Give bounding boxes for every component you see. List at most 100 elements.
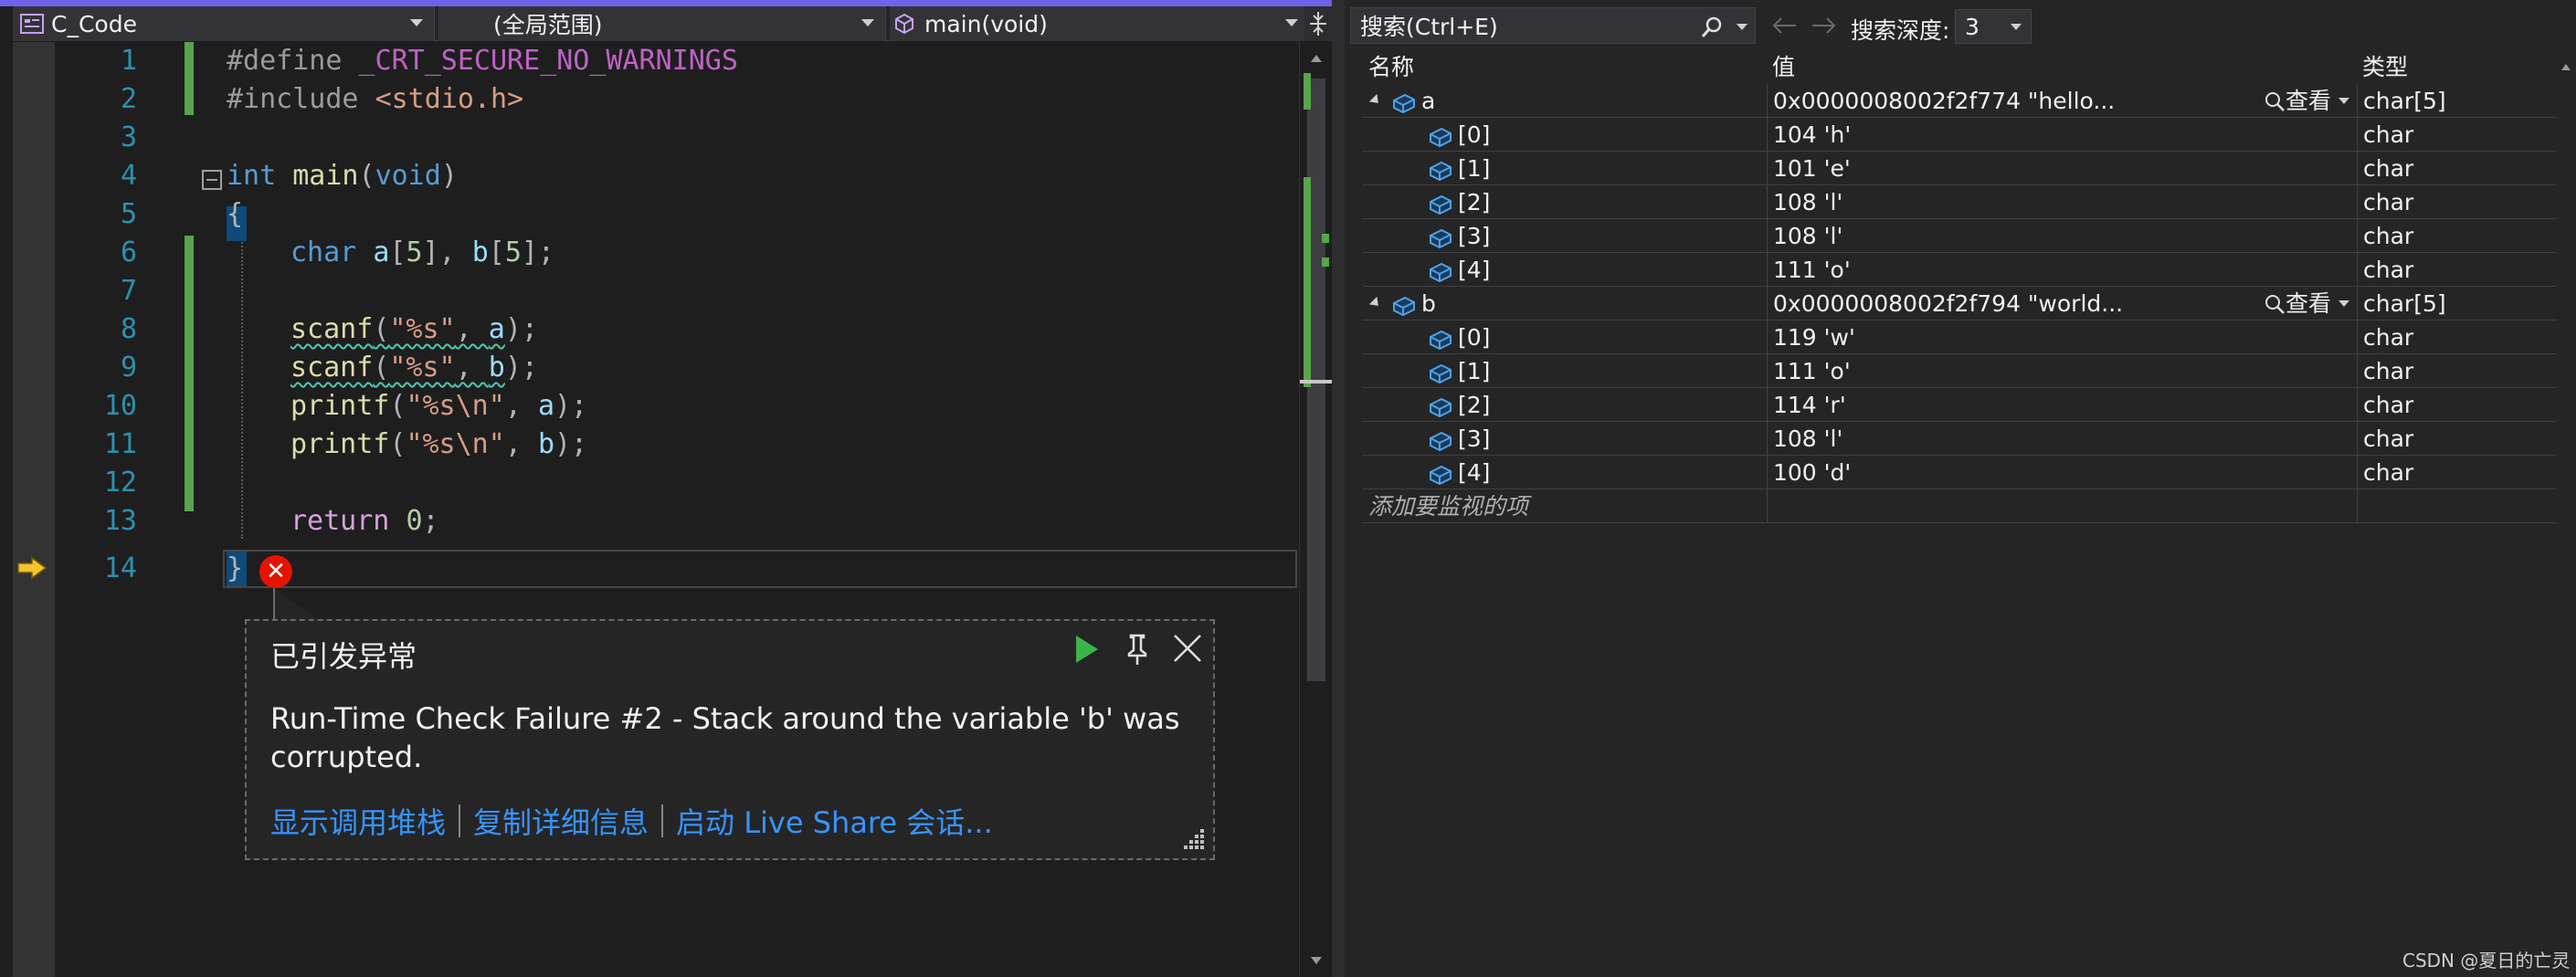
changed-lines-marker xyxy=(185,236,194,511)
variable-icon xyxy=(1427,123,1452,148)
scroll-warning-marker xyxy=(1322,257,1329,267)
close-icon[interactable] xyxy=(1171,632,1204,665)
watch-row[interactable]: [0] 119 'w' char xyxy=(1363,320,2556,354)
column-header-type[interactable]: 类型 xyxy=(2357,51,2556,84)
method-cube-icon xyxy=(895,13,913,35)
watch-value-cell[interactable]: 111 'o' xyxy=(1767,253,2355,287)
watch-row[interactable]: [2] 114 'r' char xyxy=(1363,388,2556,422)
code-line-13: return 0; xyxy=(290,505,439,537)
watch-name-cell[interactable]: [3] xyxy=(1363,422,1765,456)
view-visualizer-button[interactable]: 查看 xyxy=(2264,287,2349,320)
watch-name-cell[interactable]: [1] xyxy=(1363,152,1765,185)
watch-type-cell: char xyxy=(2357,456,2556,489)
scroll-up-icon[interactable] xyxy=(1300,49,1333,66)
chevron-down-icon xyxy=(861,19,874,26)
watch-name-cell[interactable]: [2] xyxy=(1363,185,1765,219)
watch-value: 100 'd' xyxy=(1773,459,1852,486)
watch-row[interactable]: [3] 108 'l' char xyxy=(1363,422,2556,456)
watch-value-cell[interactable]: 111 'o' xyxy=(1767,354,2355,388)
continue-icon[interactable] xyxy=(1071,634,1102,665)
watch-value-cell[interactable]: 0x0000008002f2f774 "hello... 查看 xyxy=(1767,84,2355,118)
scroll-down-icon[interactable] xyxy=(1300,953,1333,970)
start-live-share-link[interactable]: 启动 Live Share 会话... xyxy=(676,800,993,842)
watch-row[interactable]: [3] 108 'l' char xyxy=(1363,219,2556,253)
variable-icon xyxy=(1427,360,1452,384)
watch-name-cell[interactable]: [0] xyxy=(1363,320,1765,354)
error-icon[interactable]: ✕ xyxy=(259,555,292,588)
link-separator xyxy=(459,804,461,837)
watch-row[interactable]: [4] 111 'o' char xyxy=(1363,253,2556,287)
watch-row[interactable]: [4] 100 'd' char xyxy=(1363,456,2556,489)
watch-row[interactable]: b 0x0000008002f2f794 "world... 查看 char[5] xyxy=(1363,287,2556,320)
search-depth-select[interactable]: 3 xyxy=(1955,9,2032,44)
line-number: 3 xyxy=(120,121,137,153)
watch-value-cell[interactable]: 108 'l' xyxy=(1767,422,2355,456)
copy-details-link[interactable]: 复制详细信息 xyxy=(473,800,649,842)
line-number: 7 xyxy=(120,275,137,307)
scroll-up-icon[interactable] xyxy=(2560,60,2572,73)
watch-value-cell[interactable]: 108 'l' xyxy=(1767,219,2355,253)
watch-toolbar: 搜索(Ctrl+E) 搜索深度: 3 xyxy=(1345,5,2576,46)
watch-type-cell: char[5] xyxy=(2357,287,2556,320)
search-icon[interactable] xyxy=(1700,16,1724,39)
watch-name-cell[interactable]: [1] xyxy=(1363,354,1765,388)
watch-vertical-scrollbar[interactable] xyxy=(2556,51,2576,964)
watch-name-cell[interactable]: a xyxy=(1363,84,1765,118)
watch-value: 119 'w' xyxy=(1773,324,1855,351)
column-header-name[interactable]: 名称 xyxy=(1363,51,1765,84)
watch-row[interactable]: [1] 101 'e' char xyxy=(1363,152,2556,185)
watch-value-cell[interactable]: 114 'r' xyxy=(1767,388,2355,422)
scope-dropdown[interactable]: (全局范围) xyxy=(438,6,886,41)
watch-value-cell[interactable]: 0x0000008002f2f794 "world... 查看 xyxy=(1767,287,2355,320)
watch-value-cell[interactable]: 119 'w' xyxy=(1767,320,2355,354)
line-number: 11 xyxy=(103,428,137,460)
view-visualizer-button[interactable]: 查看 xyxy=(2264,84,2349,118)
watch-name-cell[interactable]: b xyxy=(1363,287,1765,320)
editor-vertical-scrollbar[interactable] xyxy=(1299,42,1333,977)
search-back-icon[interactable] xyxy=(1770,15,1800,37)
resize-grip-icon[interactable] xyxy=(1180,825,1206,851)
add-watch-item[interactable]: 添加要监视的项 xyxy=(1363,489,1765,523)
watch-name-cell[interactable]: [2] xyxy=(1363,388,1765,422)
line-number: 14 xyxy=(103,552,137,584)
watch-name-cell[interactable]: [4] xyxy=(1363,253,1765,287)
search-forward-icon[interactable] xyxy=(1809,15,1838,37)
watch-value-cell[interactable]: 101 'e' xyxy=(1767,152,2355,185)
pin-icon[interactable] xyxy=(1122,632,1153,667)
expand-triangle-icon[interactable] xyxy=(1368,93,1383,108)
watch-type-cell: char xyxy=(2357,253,2556,287)
watch-row[interactable]: a 0x0000008002f2f774 "hello... 查看 char[5] xyxy=(1363,84,2556,118)
function-label: main(void) xyxy=(924,10,1048,37)
watch-row[interactable]: [0] 104 'h' char xyxy=(1363,118,2556,152)
watch-name-cell[interactable]: [0] xyxy=(1363,118,1765,152)
add-watch-row[interactable]: 添加要监视的项 xyxy=(1363,489,2556,523)
watch-value-cell[interactable]: 100 'd' xyxy=(1767,456,2355,489)
variable-icon xyxy=(1427,225,1452,249)
function-dropdown[interactable]: main(void) xyxy=(890,6,1310,41)
expand-triangle-icon[interactable] xyxy=(1368,296,1383,310)
watch-value-cell[interactable]: 104 'h' xyxy=(1767,118,2355,152)
pane-splitter[interactable] xyxy=(1332,0,1345,977)
split-editor-button[interactable] xyxy=(1304,6,1332,41)
line-number: 8 xyxy=(120,313,137,345)
watch-search-input[interactable]: 搜索(Ctrl+E) xyxy=(1350,7,1756,44)
show-call-stack-link[interactable]: 显示调用堆栈 xyxy=(270,800,446,842)
line-number: 1 xyxy=(120,45,137,77)
watch-row[interactable]: [1] 111 'o' char xyxy=(1363,354,2556,388)
watch-name-cell[interactable]: [3] xyxy=(1363,219,1765,253)
watch-type-cell: char xyxy=(2357,118,2556,152)
project-icon xyxy=(20,14,44,34)
watch-value: 108 'l' xyxy=(1773,189,1843,215)
chevron-down-icon[interactable] xyxy=(1737,24,1747,30)
watch-name-cell[interactable]: [4] xyxy=(1363,456,1765,489)
watch-row[interactable]: [2] 108 'l' char xyxy=(1363,185,2556,219)
collapse-toggle[interactable] xyxy=(202,170,222,190)
project-dropdown[interactable]: C_Code xyxy=(13,6,435,41)
watch-window: 搜索(Ctrl+E) 搜索深度: 3 名称 值 类型 a 0x0000008002… xyxy=(1345,0,2576,977)
line-number: 6 xyxy=(120,236,137,268)
column-header-value[interactable]: 值 xyxy=(1767,51,2355,84)
watch-value-cell[interactable]: 108 'l' xyxy=(1767,185,2355,219)
breakpoint-gutter[interactable] xyxy=(13,42,55,977)
search-depth-value: 3 xyxy=(1965,14,1980,40)
watch-name: [4] xyxy=(1458,257,1491,283)
